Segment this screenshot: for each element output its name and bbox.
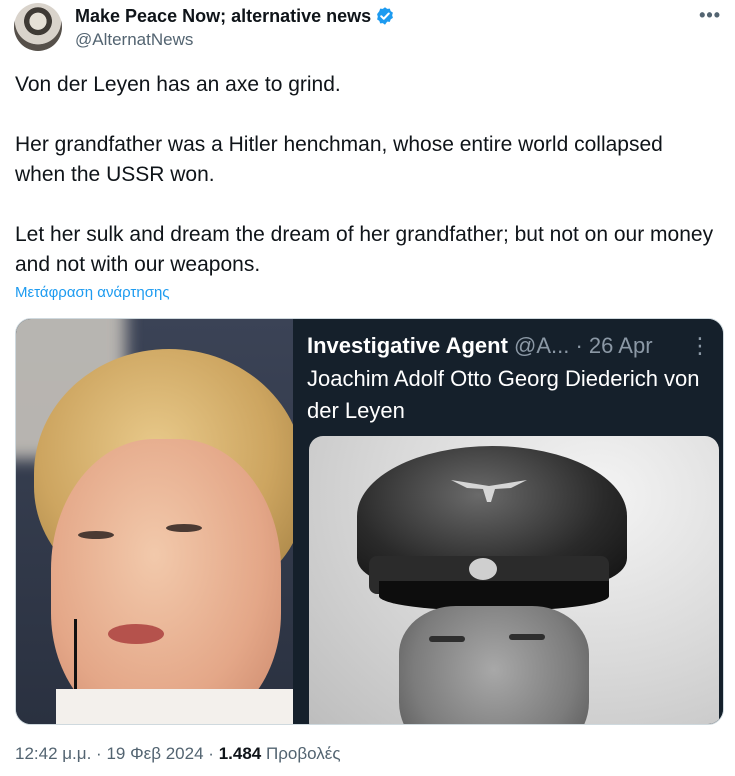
photo-mouth bbox=[108, 624, 164, 644]
cap-eagle-insignia bbox=[451, 480, 527, 502]
quoted-more-icon: ⋮ bbox=[689, 333, 711, 358]
author-name-row[interactable]: Make Peace Now; alternative news bbox=[75, 5, 395, 27]
tweet-paragraph: Let her sulk and dream the dream of her … bbox=[15, 223, 714, 276]
separator: · bbox=[208, 744, 214, 763]
author-info: Make Peace Now; alternative news @Altern… bbox=[75, 5, 395, 52]
tweet-text: Von der Leyen has an axe to grind. Her g… bbox=[15, 70, 715, 280]
photo-brow bbox=[429, 636, 465, 642]
quoted-tweet-text: Joachim Adolf Otto Georg Diederich von d… bbox=[307, 366, 700, 423]
views-label: Προβολές bbox=[265, 744, 341, 763]
verified-badge-icon bbox=[377, 7, 394, 25]
photo-shirt bbox=[56, 689, 293, 724]
views-count: 1.484 bbox=[218, 744, 262, 763]
quoted-tweet-screenshot: Investigative Agent @A... · 26 Apr ⋮ Joa… bbox=[293, 319, 723, 724]
separator: · bbox=[96, 744, 102, 763]
author-handle[interactable]: @AlternatNews bbox=[75, 28, 395, 52]
photo-face bbox=[51, 439, 281, 724]
officer-photo bbox=[309, 436, 719, 724]
tweet-paragraph: Von der Leyen has an axe to grind. bbox=[15, 73, 341, 96]
translate-post-link[interactable]: Μετάφραση ανάρτησης bbox=[15, 284, 170, 301]
tweet-date[interactable]: 19 Φεβ 2024 bbox=[106, 744, 203, 763]
quoted-tweet-header: Investigative Agent @A... · 26 Apr ⋮ bbox=[307, 331, 713, 361]
tweet-media-image[interactable]: Investigative Agent @A... · 26 Apr ⋮ Joa… bbox=[15, 318, 724, 725]
author-display-name[interactable]: Make Peace Now; alternative news bbox=[75, 5, 371, 27]
tweet-paragraph: Her grandfather was a Hitler henchman, w… bbox=[15, 133, 663, 186]
photo-eye bbox=[166, 524, 202, 532]
avatar[interactable] bbox=[14, 3, 62, 51]
more-options-icon[interactable]: ••• bbox=[699, 5, 721, 26]
tweet-time[interactable]: 12:42 μ.μ. bbox=[15, 744, 91, 763]
photo-face bbox=[399, 606, 589, 724]
quoted-author-name: Investigative Agent bbox=[307, 333, 508, 358]
quoted-author-meta: @A... · 26 Apr bbox=[514, 333, 653, 358]
cap-skull-insignia bbox=[469, 558, 497, 580]
portrait-photo bbox=[16, 319, 293, 724]
tweet-header: Make Peace Now; alternative news @Altern… bbox=[14, 3, 721, 55]
photo-eye bbox=[78, 531, 114, 539]
tweet-footer: 12:42 μ.μ. · 19 Φεβ 2024 · 1.484 Προβολέ… bbox=[15, 744, 341, 764]
photo-brow bbox=[509, 634, 545, 640]
